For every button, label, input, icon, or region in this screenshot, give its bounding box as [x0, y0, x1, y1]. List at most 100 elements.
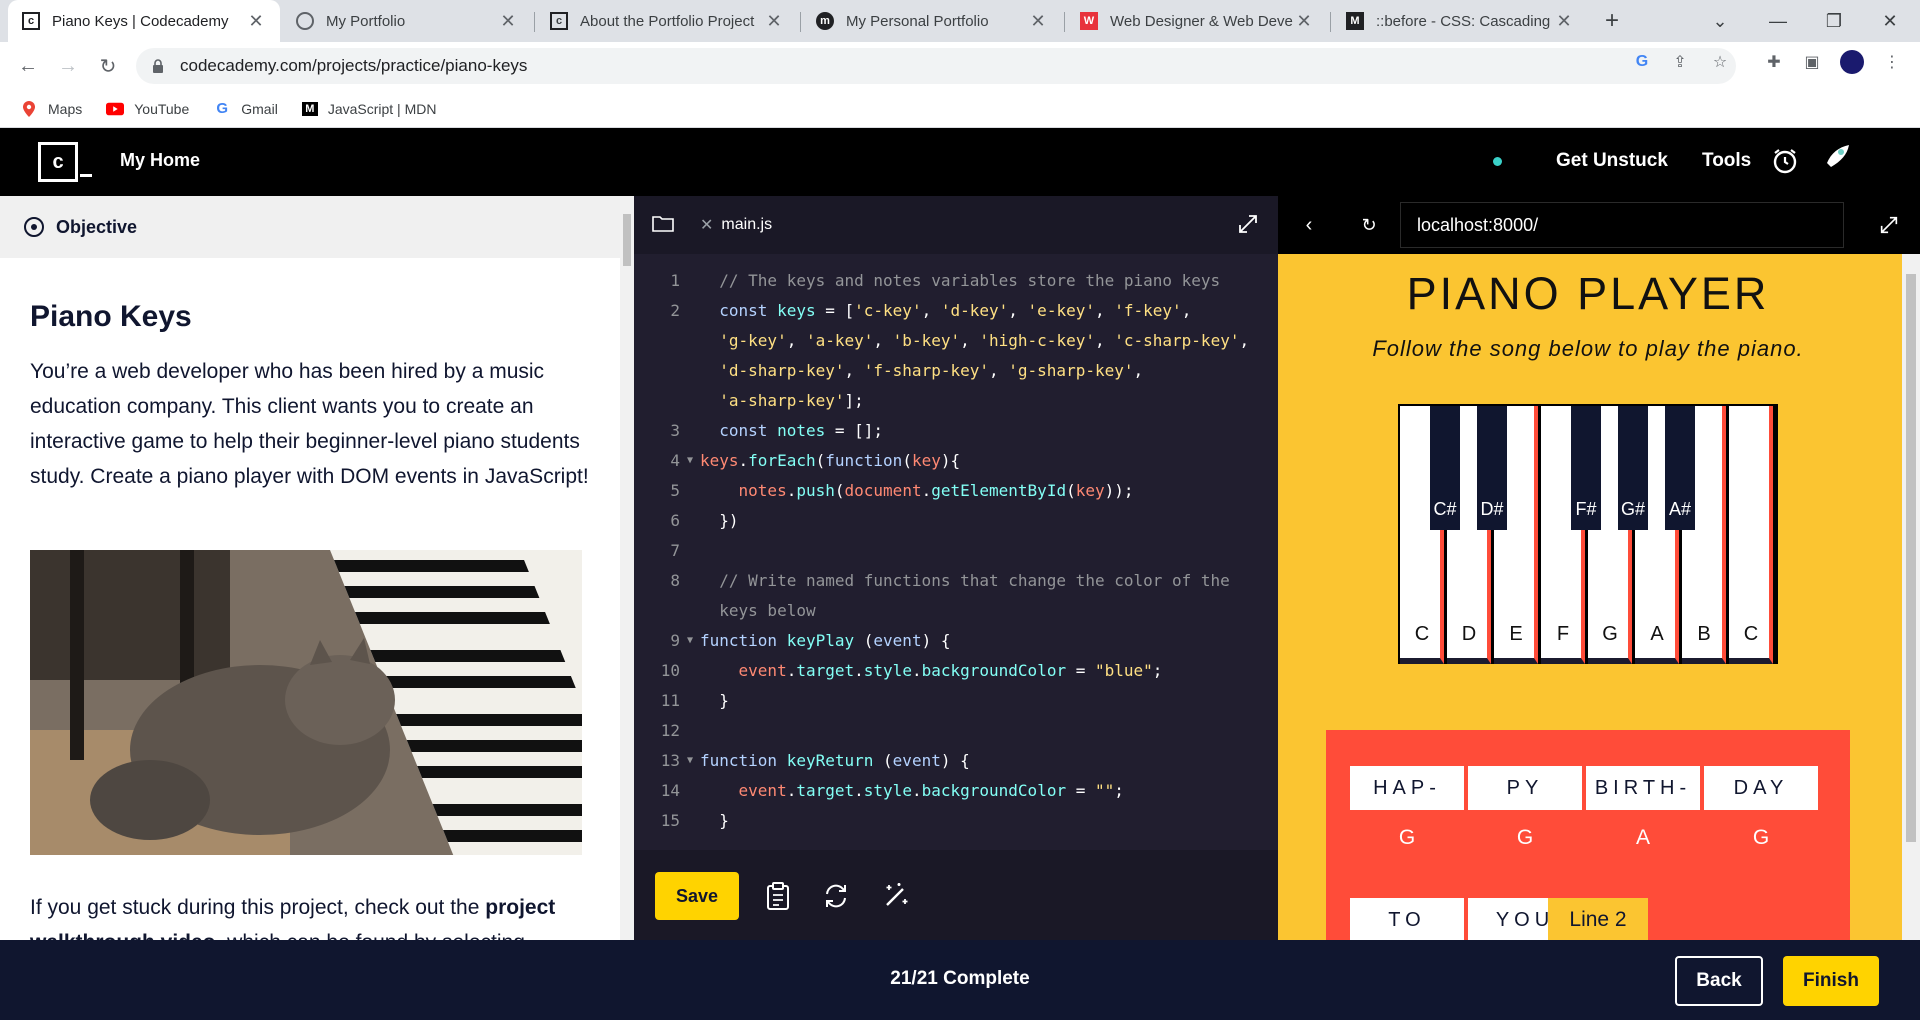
instructions-panel: Objective Piano Keys You’re a web develo…	[0, 196, 634, 940]
code-area[interactable]: 1 // The keys and notes variables store …	[634, 266, 1278, 836]
hint-text: If you get stuck during this project, ch…	[30, 896, 486, 919]
share-icon[interactable]: ⇪	[1668, 50, 1692, 74]
extensions-icon[interactable]: ✚	[1762, 50, 1786, 74]
new-tab-button[interactable]: +	[1592, 0, 1632, 42]
instructions-scrollbar[interactable]	[620, 196, 634, 940]
piano-key-high-c[interactable]: C	[1729, 406, 1773, 664]
my-home-link[interactable]: My Home	[120, 150, 200, 171]
bookmark-youtube[interactable]: YouTube	[106, 101, 189, 117]
save-button[interactable]: Save	[655, 872, 739, 920]
editor-tab-bar: ✕ main.js	[634, 196, 1278, 254]
minimize-button[interactable]: —	[1750, 0, 1806, 42]
side-panel-icon[interactable]: ▣	[1800, 50, 1824, 74]
restore-button[interactable]: ❐	[1806, 0, 1862, 42]
key-label: C	[1743, 623, 1759, 645]
close-icon[interactable]: ✕	[498, 11, 518, 32]
bookmark-mdn[interactable]: M JavaScript | MDN	[301, 100, 437, 117]
arrow-left-icon: ←	[18, 54, 38, 77]
piano-player-subtitle: Follow the song below to play the piano.	[1372, 336, 1804, 361]
back-nav-button[interactable]: ←	[12, 50, 44, 82]
piano-key-c-sharp[interactable]: C#	[1430, 406, 1460, 530]
code-line: 15 }	[660, 811, 729, 830]
preview-scrollbar[interactable]	[1902, 254, 1920, 940]
forward-nav-button[interactable]: →	[52, 50, 84, 82]
browser-tab-piano-keys[interactable]: c Piano Keys | Codecademy ✕	[8, 0, 280, 42]
url-bar[interactable]: codecademy.com/projects/practice/piano-k…	[136, 48, 1736, 84]
expand-icon[interactable]	[1236, 212, 1262, 238]
key-label: C	[1414, 623, 1430, 645]
profile-avatar[interactable]	[1840, 50, 1864, 74]
key-label: B	[1697, 623, 1711, 645]
reload-button[interactable]: ↻	[92, 50, 124, 82]
scrollbar-thumb[interactable]	[623, 214, 631, 266]
close-icon[interactable]: ✕	[764, 11, 784, 32]
code-line: 14 event.target.style.backgroundColor = …	[660, 781, 1124, 800]
piano-key-f-sharp[interactable]: F#	[1571, 406, 1601, 530]
browser-tab-personal-portfolio[interactable]: m My Personal Portfolio ✕	[802, 0, 1062, 42]
target-icon	[24, 217, 44, 237]
tab-divider	[800, 12, 801, 32]
expand-icon[interactable]	[1874, 210, 1904, 240]
close-window-button[interactable]: ✕	[1862, 0, 1918, 42]
piano-key-a-sharp[interactable]: A#	[1665, 406, 1695, 530]
code-line: 12	[660, 721, 680, 740]
tab-title: Web Designer & Web Deve	[1110, 12, 1293, 30]
code-line: 6 })	[670, 511, 739, 530]
preview-url-input[interactable]: localhost:8000/	[1400, 202, 1844, 248]
chevron-down-icon: ⌄	[1712, 10, 1728, 31]
tools-button[interactable]: Tools	[1702, 150, 1751, 172]
alarm-clock-icon[interactable]	[1770, 146, 1800, 176]
close-icon[interactable]: ✕	[1294, 11, 1314, 32]
browser-tab-css-before[interactable]: M ::before - CSS: Cascading St ✕	[1332, 0, 1588, 42]
close-icon[interactable]: ✕	[1554, 11, 1574, 32]
preview-toolbar: ‹ ↻ localhost:8000/	[1278, 196, 1920, 254]
piano-key-g-sharp[interactable]: G#	[1618, 406, 1648, 530]
back-button[interactable]: Back	[1675, 956, 1763, 1006]
tab-title: My Personal Portfolio	[846, 12, 989, 30]
finish-button[interactable]: Finish	[1783, 956, 1879, 1006]
magic-wand-icon[interactable]	[880, 880, 912, 912]
star-icon[interactable]: ☆	[1708, 50, 1732, 74]
code-editor: ✕ main.js 1 // The keys and notes variab…	[634, 196, 1278, 940]
tab-divider	[1064, 12, 1065, 32]
bookmark-gmail[interactable]: G Gmail	[213, 100, 277, 117]
file-tab-main-js[interactable]: ✕ main.js	[700, 196, 772, 254]
codecademy-logo[interactable]: c	[38, 142, 78, 182]
code-line: 13 ▼ function keyReturn (event) {	[660, 751, 970, 770]
chevron-left-icon[interactable]: ‹	[1294, 210, 1324, 240]
refresh-icon[interactable]: ↻	[1354, 210, 1384, 240]
browser-tab-my-portfolio[interactable]: My Portfolio ✕	[282, 0, 532, 42]
mdn-icon: M	[1346, 12, 1364, 30]
close-icon[interactable]: ✕	[1028, 11, 1048, 32]
tab-search-button[interactable]: ⌄	[1692, 0, 1748, 42]
key-label: E	[1509, 623, 1523, 645]
browser-preview: ‹ ↻ localhost:8000/ PIANO PLAYER Follow …	[1278, 196, 1920, 940]
refresh-icon[interactable]	[820, 880, 852, 912]
globe-icon	[296, 12, 314, 30]
browser-tab-about-portfolio[interactable]: c About the Portfolio Project ✕	[536, 0, 798, 42]
key-label: F	[1556, 623, 1570, 645]
get-unstuck-button[interactable]: Get Unstuck	[1556, 150, 1668, 172]
close-icon[interactable]: ✕	[700, 215, 713, 235]
key-label: A	[1650, 623, 1664, 645]
browser-tab-web-designer[interactable]: W Web Designer & Web Deve ✕	[1066, 0, 1328, 42]
clipboard-icon[interactable]	[762, 880, 794, 912]
piano-key-d-sharp[interactable]: D#	[1477, 406, 1507, 530]
close-icon: ✕	[1882, 10, 1898, 31]
menu-dots-icon[interactable]: ⋮	[1880, 50, 1904, 74]
rocket-icon[interactable]	[1822, 140, 1852, 170]
google-icon[interactable]: G	[1630, 50, 1654, 74]
line-2-button[interactable]: Line 2	[1548, 898, 1648, 940]
close-icon[interactable]: ✕	[246, 11, 266, 32]
scrollbar-thumb[interactable]	[1906, 274, 1916, 842]
w-icon: W	[1080, 12, 1098, 30]
bookmark-label: JavaScript | MDN	[327, 100, 437, 117]
bookmark-maps[interactable]: Maps	[20, 100, 83, 117]
piano-player-title: PIANO PLAYER	[1406, 268, 1770, 319]
note-letter: G	[1516, 826, 1534, 849]
key-label: D#	[1480, 499, 1504, 519]
plus-icon: +	[1604, 7, 1619, 34]
lock-icon	[150, 58, 166, 74]
folder-icon[interactable]	[652, 214, 676, 236]
bookmark-label: Maps	[48, 100, 83, 117]
